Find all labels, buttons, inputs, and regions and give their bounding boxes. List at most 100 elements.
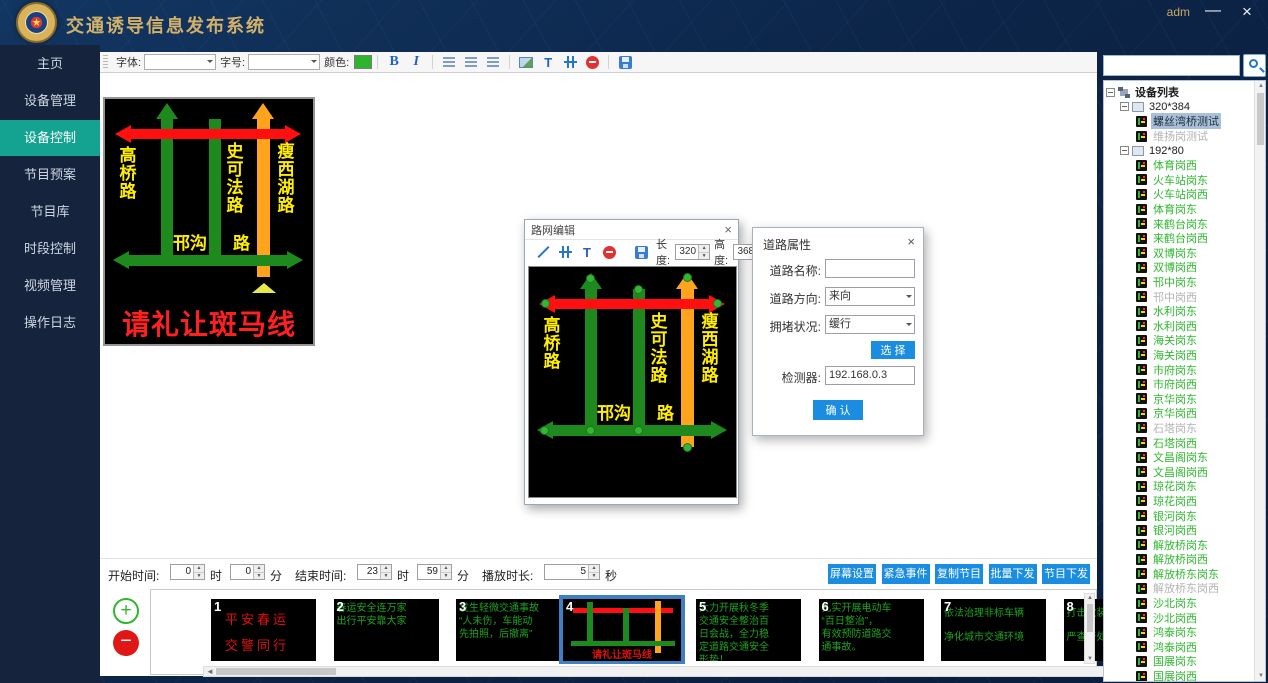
scrollbar-thumb[interactable]: [216, 668, 336, 675]
start-hour-stepper[interactable]: 0 ▲▼: [170, 564, 205, 580]
device-tree-item[interactable]: 来鹤台岗东: [1106, 216, 1254, 231]
save-icon[interactable]: [633, 244, 649, 260]
action-button[interactable]: 节目下发: [1042, 564, 1090, 584]
control-point[interactable]: [634, 426, 643, 435]
align-right-icon[interactable]: [485, 54, 501, 70]
road-properties-dialog[interactable]: 道路属性 × 道路名称: 道路方向: 来向 拥堵状况: 缓行 选 择 检测器: …: [752, 227, 924, 436]
device-tree-item[interactable]: 国展岗西: [1106, 669, 1254, 682]
device-tree-item[interactable]: 邗中岗东: [1106, 275, 1254, 290]
sidebar-item[interactable]: 视频管理: [0, 268, 100, 304]
road-tool-icon[interactable]: [557, 244, 573, 260]
device-tree-item[interactable]: 水利岗西: [1106, 319, 1254, 334]
playlist-thumbnail[interactable]: 7依法治理非标车辆净化城市交通环境: [941, 599, 1046, 661]
align-left-icon[interactable]: [441, 54, 457, 70]
length-stepper[interactable]: 320 ▲▼: [675, 244, 710, 260]
sidebar-item[interactable]: 节目预案: [0, 157, 100, 193]
control-point[interactable]: [634, 285, 643, 294]
tree-scrollbar[interactable]: ▲ ▼: [1254, 81, 1265, 681]
sidebar-item[interactable]: 操作日志: [0, 305, 100, 341]
close-icon[interactable]: ×: [1238, 2, 1256, 22]
device-tree-item[interactable]: 水利岗东: [1106, 304, 1254, 319]
device-tree-item[interactable]: 体育岗西: [1106, 158, 1254, 173]
remove-program-button[interactable]: −: [113, 630, 139, 656]
align-center-icon[interactable]: [463, 54, 479, 70]
road-network-icon[interactable]: [562, 54, 578, 70]
confirm-button[interactable]: 确 认: [813, 400, 863, 420]
device-tree-item[interactable]: 螺丝湾桥测试: [1106, 114, 1254, 129]
minimize-icon[interactable]: —: [1204, 2, 1222, 20]
sidebar-item[interactable]: 主页: [0, 46, 100, 82]
device-tree-item[interactable]: 京华岗东: [1106, 391, 1254, 406]
design-canvas[interactable]: 高桥路 史可法路 瘦西湖路 邗沟 路 请礼让斑马线 路网编辑 × T: [100, 73, 1097, 558]
screen-preview[interactable]: 高桥路 史可法路 瘦西湖路 邗沟 路 请礼让斑马线: [103, 97, 315, 346]
delete-icon[interactable]: [601, 244, 617, 260]
sidebar-item[interactable]: 设备控制: [0, 120, 100, 156]
direction-select[interactable]: 来向: [825, 287, 915, 306]
device-tree-item[interactable]: 沙北岗西: [1106, 610, 1254, 625]
device-tree-item[interactable]: 解放桥岗西: [1106, 552, 1254, 567]
close-icon[interactable]: ×: [724, 222, 732, 237]
playlist-thumbnail[interactable]: 5大力开展秋冬季交通安全整治百日会战，全力稳定道路交通安全形势！: [696, 599, 801, 661]
device-tree-item[interactable]: 海关岗西: [1106, 348, 1254, 363]
device-tree-item[interactable]: 琼花岗西: [1106, 494, 1254, 509]
device-tree-item[interactable]: 维扬岗测试: [1106, 129, 1254, 144]
expander-icon[interactable]: [1120, 146, 1129, 155]
device-tree-item[interactable]: 市府岗西: [1106, 377, 1254, 392]
device-tree-item[interactable]: 文昌阁岗西: [1106, 464, 1254, 479]
control-point[interactable]: [586, 426, 595, 435]
device-tree-item[interactable]: 火车站岗东: [1106, 173, 1254, 188]
device-tree-item[interactable]: 沙北岗东: [1106, 596, 1254, 611]
horizontal-scrollbar[interactable]: ◄ ►: [203, 666, 1136, 677]
sidebar-item[interactable]: 时段控制: [0, 231, 100, 267]
playlist-thumbnail[interactable]: 2春运安全连万家出行平安靠大家: [334, 599, 439, 661]
close-icon[interactable]: ×: [907, 234, 915, 249]
device-tree-item[interactable]: 石塔岗西: [1106, 435, 1254, 450]
road-name-field[interactable]: [825, 259, 915, 278]
select-button[interactable]: 选 择: [871, 341, 915, 359]
end-minute-stepper[interactable]: 59 ▲▼: [417, 564, 452, 580]
playlist-thumbnail[interactable]: 1平安春运交警同行: [211, 599, 316, 661]
text-tool-icon[interactable]: T: [540, 54, 556, 70]
action-button[interactable]: 批量下发: [989, 564, 1037, 584]
sidebar-item[interactable]: 设备管理: [0, 83, 100, 119]
device-tree-node[interactable]: 192*80: [1106, 143, 1254, 158]
control-point[interactable]: [540, 426, 549, 435]
device-tree-node[interactable]: 320*384: [1106, 100, 1254, 115]
device-tree-item[interactable]: 解放桥东岗东: [1106, 567, 1254, 582]
playlist-thumbnail[interactable]: 6扎实开展电动车“百日整治”，有效预防道路交通事故。: [819, 599, 924, 661]
action-button[interactable]: 复制节目: [935, 564, 983, 584]
font-size-select[interactable]: [248, 54, 320, 70]
duration-stepper[interactable]: 5 ▲▼: [544, 564, 600, 580]
device-tree-item[interactable]: 市府岗东: [1106, 362, 1254, 377]
control-point[interactable]: [683, 273, 692, 282]
action-button[interactable]: 紧急事件: [882, 564, 930, 584]
search-button[interactable]: [1243, 54, 1266, 77]
line-tool-icon[interactable]: [535, 244, 551, 260]
scrollbar-thumb[interactable]: [1087, 604, 1093, 632]
control-point[interactable]: [586, 274, 595, 283]
device-tree-item[interactable]: 海关岗东: [1106, 333, 1254, 348]
expander-icon[interactable]: [1120, 102, 1129, 111]
device-tree-item[interactable]: 鸿泰岗东: [1106, 625, 1254, 640]
text-tool-icon[interactable]: T: [579, 244, 595, 260]
vertical-scrollbar[interactable]: ▲ ▼: [1084, 593, 1095, 664]
device-tree-node[interactable]: 设备列表: [1106, 85, 1254, 100]
color-swatch[interactable]: [354, 55, 372, 69]
playlist-thumbnail[interactable]: 4请礼让斑马线: [559, 595, 685, 664]
device-tree-item[interactable]: 来鹤台岗西: [1106, 231, 1254, 246]
control-point[interactable]: [713, 299, 722, 308]
sidebar-item[interactable]: 节目库: [0, 194, 100, 230]
road-editor-canvas[interactable]: 高桥路 史可法路 瘦西湖路 邗沟 路: [528, 266, 737, 498]
control-point[interactable]: [683, 443, 692, 452]
device-tree-item[interactable]: 文昌阁岗东: [1106, 450, 1254, 465]
device-tree-item[interactable]: 银河岗东: [1106, 508, 1254, 523]
device-tree-item[interactable]: 石塔岗东: [1106, 421, 1254, 436]
expander-icon[interactable]: [1106, 88, 1115, 97]
device-tree-item[interactable]: 双博岗东: [1106, 246, 1254, 261]
device-tree-item[interactable]: 解放桥岗东: [1106, 537, 1254, 552]
road-editor-titlebar[interactable]: 路网编辑 ×: [525, 220, 738, 240]
font-select[interactable]: [144, 54, 216, 70]
save-icon[interactable]: [617, 54, 633, 70]
device-tree-item[interactable]: 邗中岗西: [1106, 289, 1254, 304]
device-tree-item[interactable]: 琼花岗东: [1106, 479, 1254, 494]
